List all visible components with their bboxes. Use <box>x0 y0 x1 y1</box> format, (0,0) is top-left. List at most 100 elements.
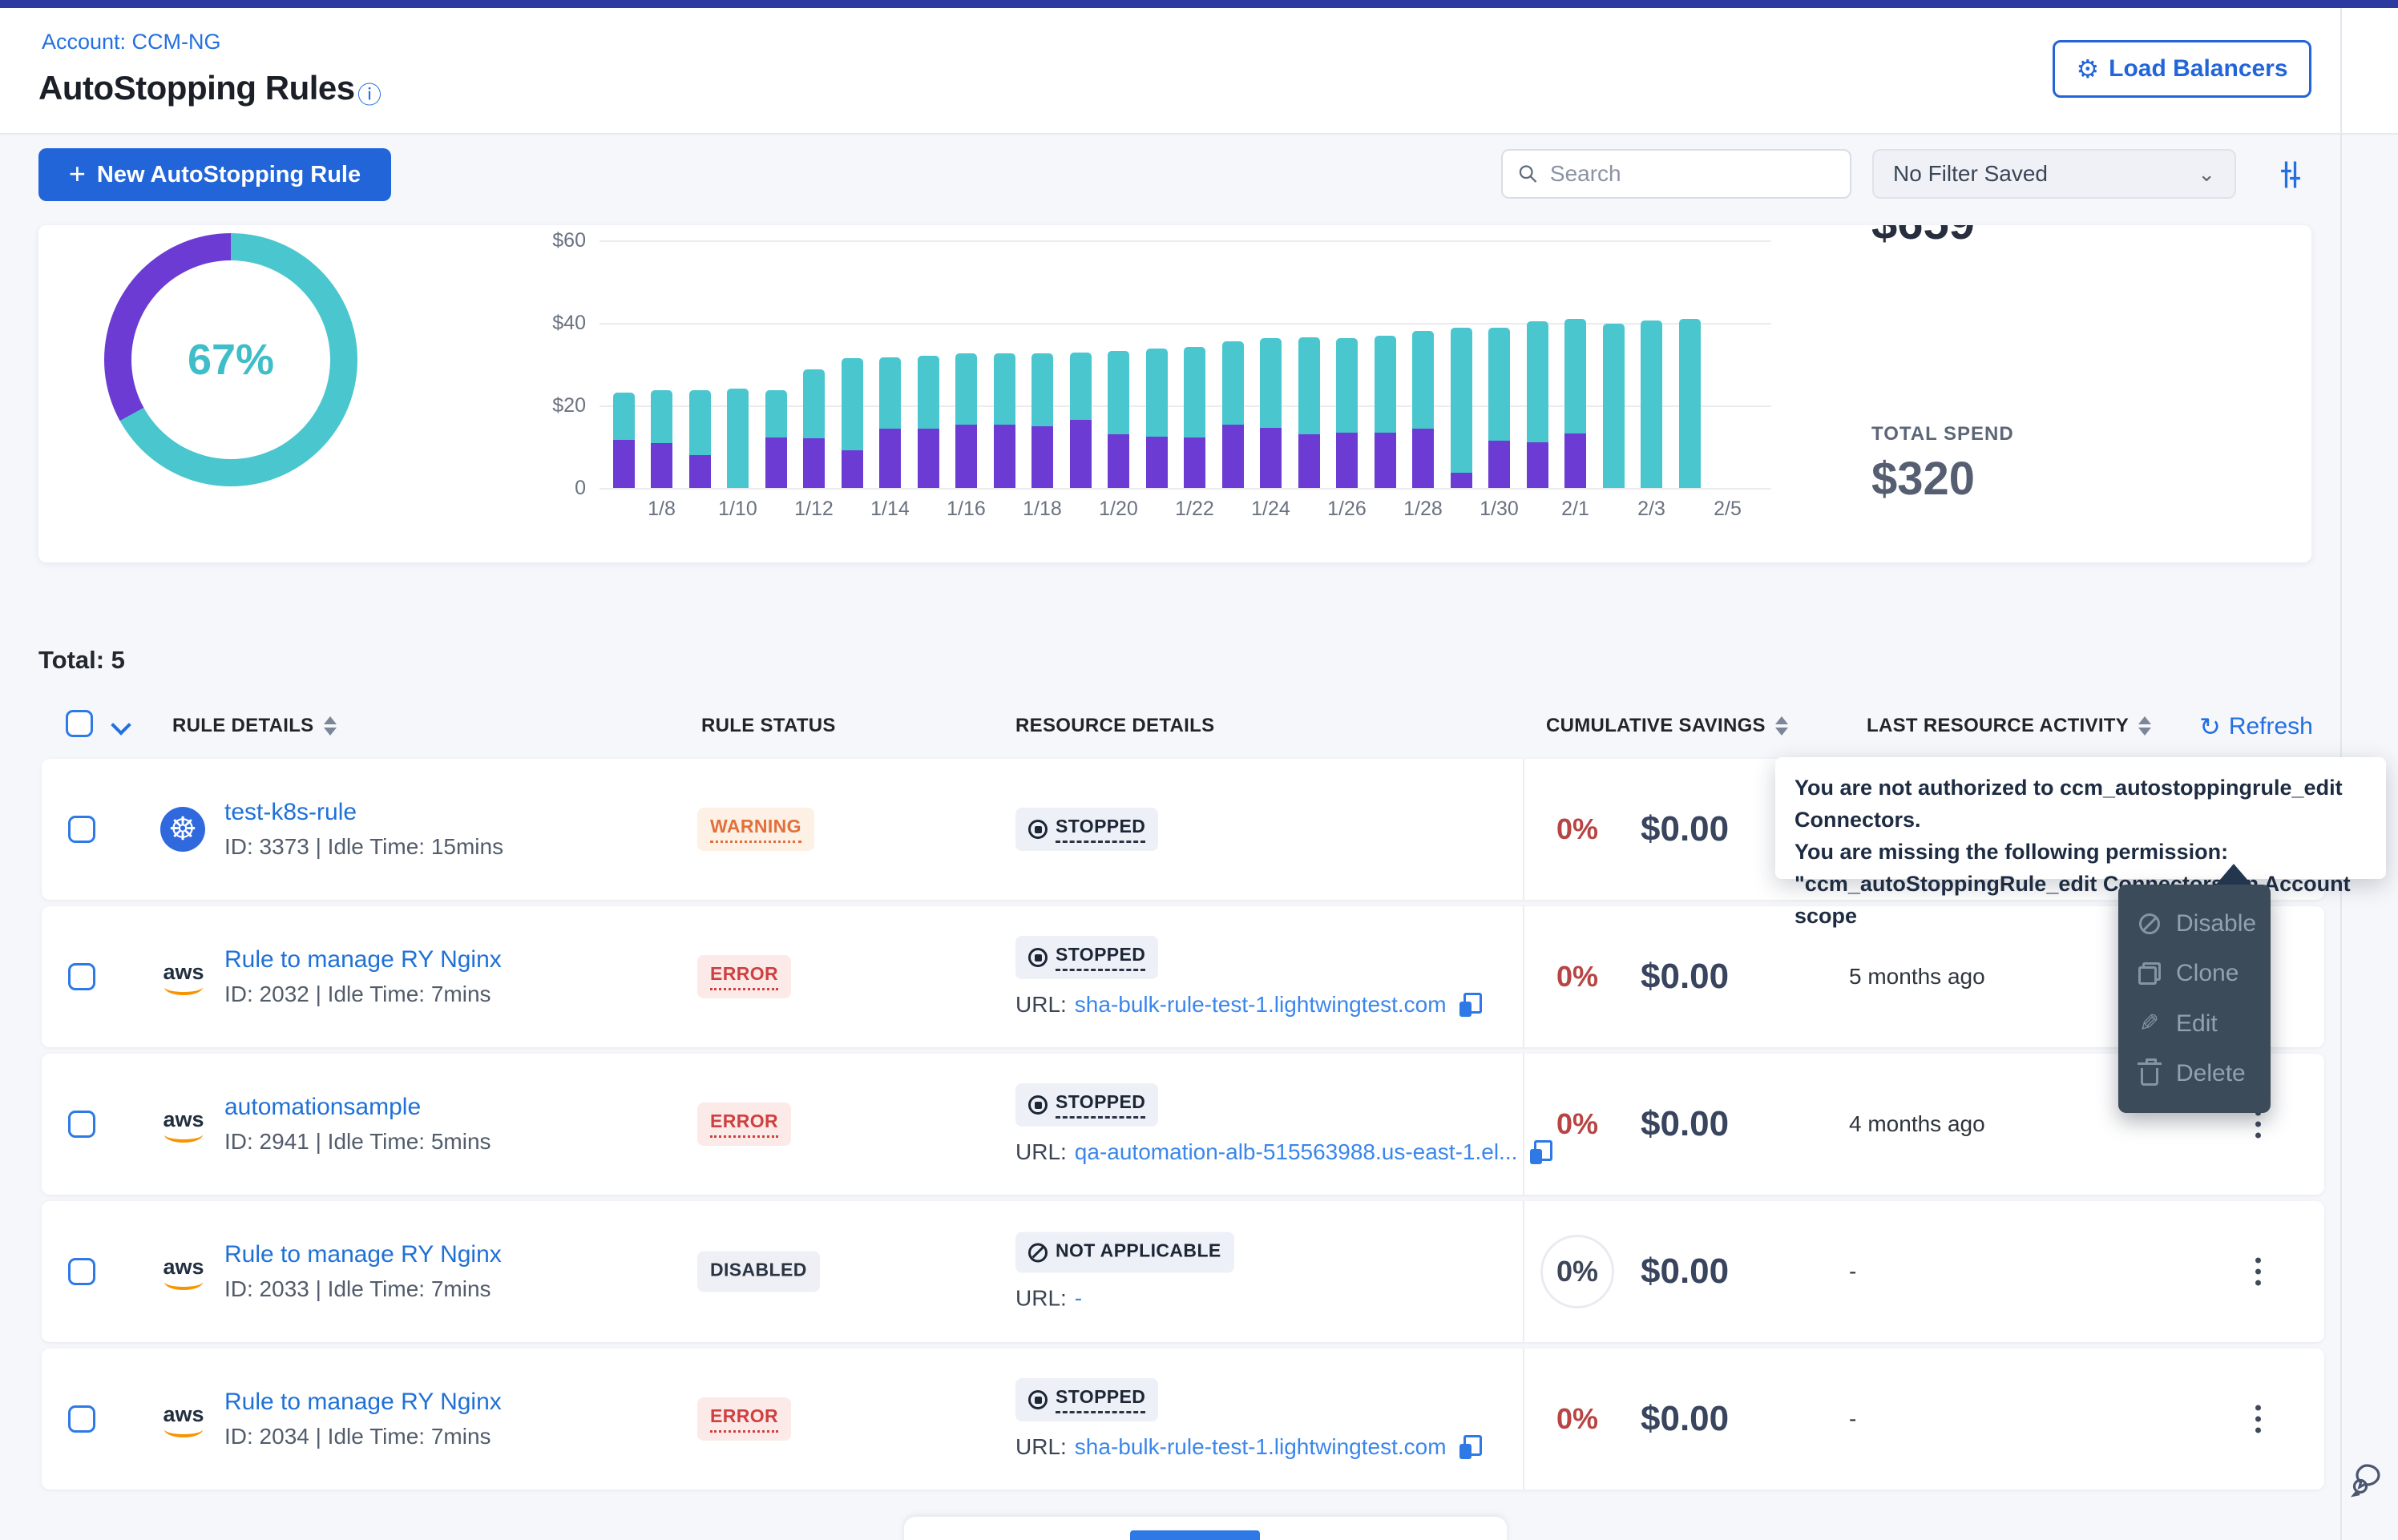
chart-bar <box>1070 353 1092 488</box>
menu-item-disable[interactable]: Disable <box>2118 899 2271 949</box>
resource-url-link[interactable]: qa-automation-alb-515563988.us-east-1.el… <box>1075 1139 1518 1165</box>
filter-selected-value: No Filter Saved <box>1893 161 2048 187</box>
y-axis-tick: 0 <box>514 477 586 500</box>
column-label: RULE DETAILS <box>172 715 314 737</box>
chart-bar <box>842 358 863 488</box>
resource-url-link[interactable]: - <box>1075 1286 1082 1312</box>
breadcrumb-account[interactable]: Account: CCM-NG <box>42 30 221 54</box>
resource-status-badge: STOPPED <box>1015 1083 1158 1127</box>
row-checkbox[interactable] <box>68 963 95 990</box>
rule-status-text: DISABLED <box>710 1260 807 1284</box>
sort-icon[interactable] <box>324 716 337 736</box>
active-page-indicator[interactable] <box>1130 1530 1260 1540</box>
savings-segment <box>994 353 1015 425</box>
spend-segment <box>1108 434 1129 488</box>
row-checkbox[interactable] <box>68 1405 95 1433</box>
savings-segment <box>689 390 711 455</box>
pagination-bar[interactable] <box>904 1517 1507 1540</box>
donut-percentage-label: 67% <box>188 335 274 385</box>
copy-icon[interactable] <box>1459 993 1482 1017</box>
resource-status-text: STOPPED <box>1056 944 1145 971</box>
column-header-rule-status[interactable]: RULE STATUS <box>701 715 836 737</box>
x-axis-tick: 1/22 <box>1159 498 1231 521</box>
total-savings-value: $659 <box>1871 225 1975 250</box>
info-icon[interactable]: ⓘ <box>357 75 382 111</box>
stopped-icon <box>1028 1095 1048 1115</box>
column-divider <box>1523 1349 1524 1490</box>
spend-segment <box>689 455 711 488</box>
rule-status-text: WARNING <box>710 816 801 843</box>
spend-segment <box>1184 437 1205 488</box>
savings-segment <box>955 353 977 425</box>
row-checkbox[interactable] <box>68 1111 95 1138</box>
select-all-checkbox[interactable] <box>66 710 93 737</box>
column-header-last-resource-activity[interactable]: LAST RESOURCE ACTIVITY <box>1867 715 2151 737</box>
spend-segment <box>1451 473 1472 488</box>
url-label: URL: <box>1015 1139 1067 1165</box>
copy-icon[interactable] <box>1530 1140 1552 1164</box>
menu-edit-icon <box>2138 1010 2162 1038</box>
sliders-icon <box>2273 157 2308 192</box>
chart-bar <box>1031 353 1053 488</box>
search-input[interactable] <box>1550 161 1835 187</box>
chart-bar <box>994 353 1015 488</box>
spend-segment <box>918 429 939 488</box>
menu-item-edit[interactable]: Edit <box>2118 998 2271 1049</box>
row-menu-button[interactable] <box>2242 1399 2274 1440</box>
sort-icon[interactable] <box>1775 716 1788 736</box>
url-line: URL: qa-automation-alb-515563988.us-east-… <box>1015 1139 1552 1165</box>
y-axis-tick: $60 <box>514 229 586 252</box>
chart-bar <box>1108 351 1129 488</box>
rule-name-link[interactable]: Rule to manage RY Nginx <box>224 1389 502 1416</box>
cumulative-savings-cell: 0% <box>1529 960 1625 994</box>
column-header-resource-details[interactable]: RESOURCE DETAILS <box>1015 715 1214 737</box>
refresh-button[interactable]: ↻ Refresh <box>2199 712 2313 742</box>
filter-saved-select[interactable]: No Filter Saved ⌄ <box>1872 149 2236 199</box>
spend-segment <box>765 437 787 488</box>
url-label: URL: <box>1015 1286 1067 1312</box>
x-axis-tick: 1/18 <box>1007 498 1079 521</box>
total-savings-stat: $659 <box>1840 225 1975 280</box>
load-balancers-label: Load Balancers <box>2109 55 2287 83</box>
spend-segment <box>1070 420 1092 488</box>
rule-name-link[interactable]: test-k8s-rule <box>224 799 503 826</box>
spend-segment <box>1260 428 1282 488</box>
expand-all-chevron-icon[interactable] <box>111 715 131 735</box>
column-header-cumulative-savings[interactable]: CUMULATIVE SAVINGS <box>1546 715 1788 737</box>
resource-status-badge: STOPPED <box>1015 1378 1158 1421</box>
savings-segment <box>1184 347 1205 437</box>
x-axis-tick: 2/3 <box>1616 498 1688 521</box>
last-resource-activity: 4 months ago <box>1849 1111 1985 1137</box>
spend-segment <box>842 450 863 488</box>
row-menu-button[interactable] <box>2242 1252 2274 1292</box>
filter-panel-button[interactable] <box>2273 157 2308 192</box>
load-balancers-button[interactable]: ⚙ Load Balancers <box>2053 40 2311 98</box>
spend-segment <box>1527 442 1548 488</box>
copy-icon[interactable] <box>1459 1435 1482 1459</box>
new-autostopping-rule-button[interactable]: + New AutoStopping Rule <box>38 148 391 201</box>
sort-icon[interactable] <box>2138 716 2151 736</box>
rule-name-link[interactable]: automationsample <box>224 1094 491 1121</box>
resource-details-cell: STOPPEDURL:sha-bulk-rule-test-1.lightwin… <box>1015 1378 1482 1460</box>
permission-tooltip: You are not authorized to ccm_autostoppi… <box>1775 757 2386 879</box>
tooltip-line: You are not authorized to ccm_autostoppi… <box>1794 772 2367 836</box>
chart-bar <box>727 389 749 488</box>
tooltip-line: "ccm_autoStoppingRule_edit Connectors" i… <box>1794 868 2367 932</box>
resource-url-link[interactable]: sha-bulk-rule-test-1.lightwingtest.com <box>1075 1434 1447 1460</box>
chart-bar <box>1412 331 1434 488</box>
aws-icon: aws <box>160 1397 207 1441</box>
rule-details-cell: test-k8s-ruleID: 3373 | Idle Time: 15min… <box>224 799 503 860</box>
resource-url-link[interactable]: sha-bulk-rule-test-1.lightwingtest.com <box>1075 992 1447 1018</box>
chart-bar <box>1184 347 1205 488</box>
menu-item-clone[interactable]: Clone <box>2118 949 2271 998</box>
chevron-down-icon: ⌄ <box>2198 162 2215 187</box>
column-header-rule-details[interactable]: RULE DETAILS <box>172 715 337 737</box>
menu-item-delete[interactable]: Delete <box>2118 1049 2271 1099</box>
rule-name-link[interactable]: Rule to manage RY Nginx <box>224 946 502 974</box>
savings-amount: $0.00 <box>1641 1104 1729 1144</box>
row-checkbox[interactable] <box>68 1258 95 1285</box>
row-checkbox[interactable] <box>68 816 95 843</box>
help-chat-button[interactable] <box>2347 1454 2392 1499</box>
rule-name-link[interactable]: Rule to manage RY Nginx <box>224 1241 502 1268</box>
top-accent-bar <box>0 0 2398 8</box>
